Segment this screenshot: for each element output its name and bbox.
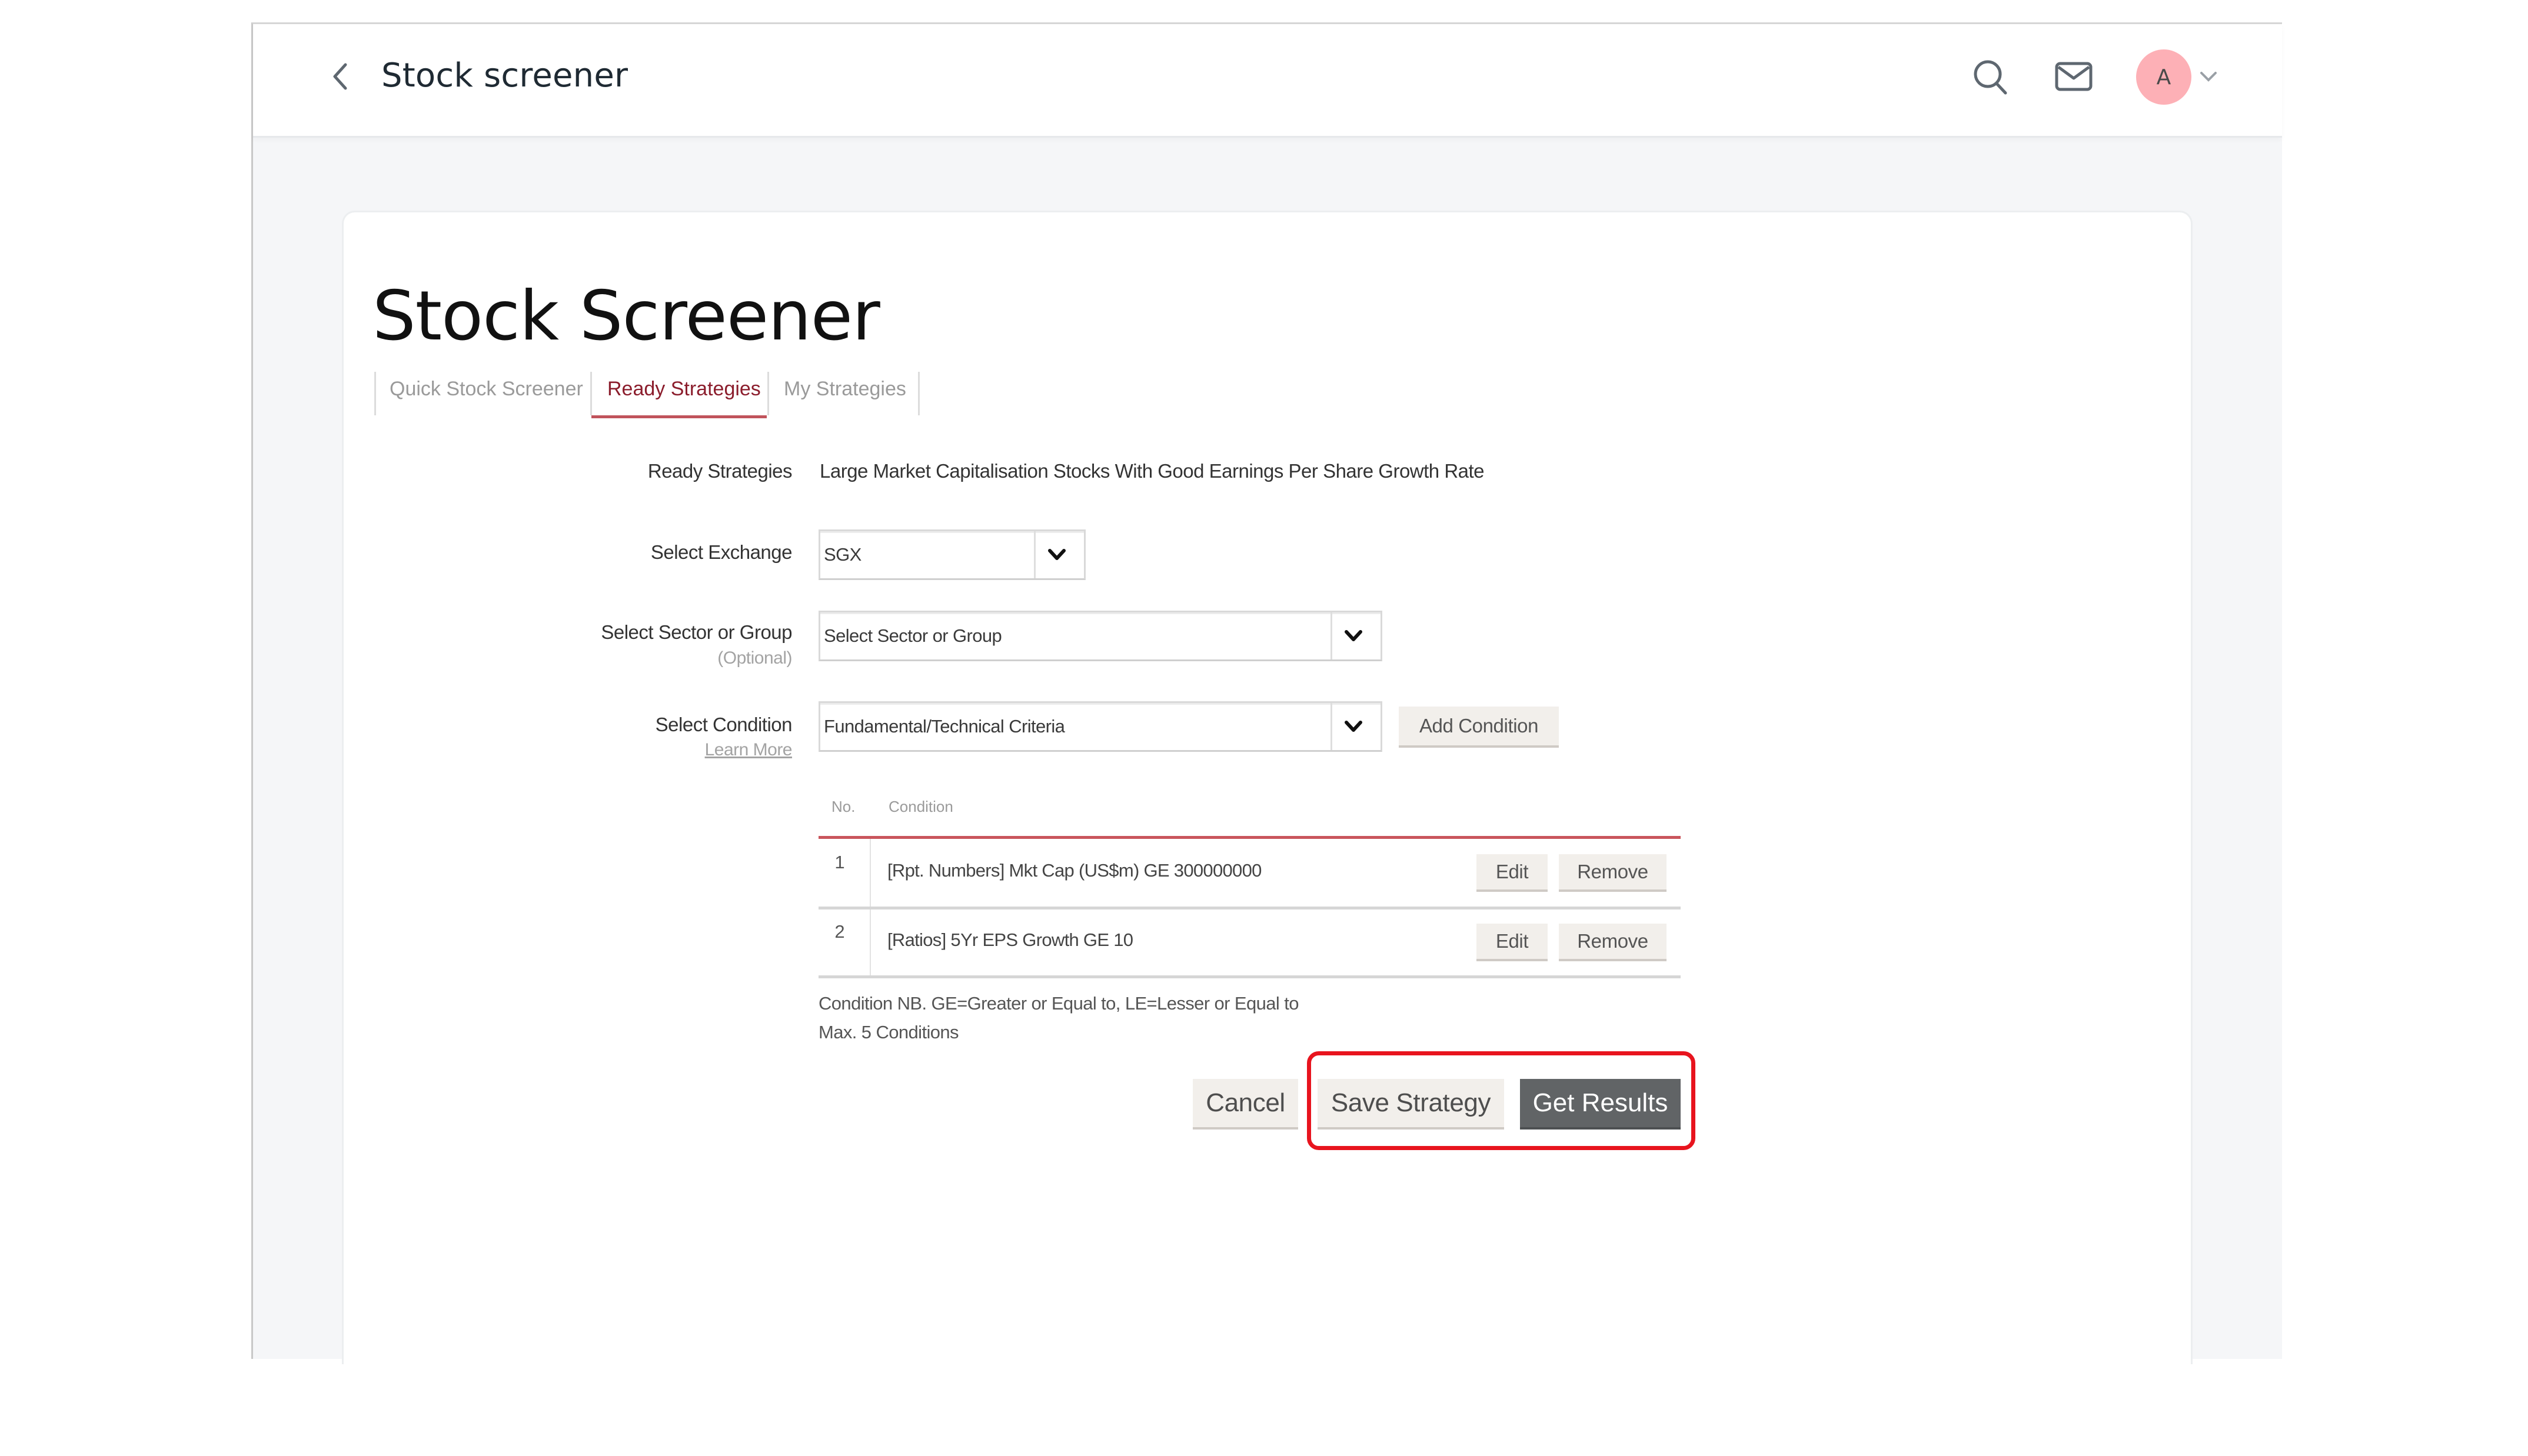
ready-strategies-label: Ready Strategies (647, 460, 793, 482)
table-bottom-divider (819, 975, 1681, 978)
tab-ready-strategies[interactable]: Ready Strategies (607, 378, 761, 419)
column-header-no: No. (831, 798, 856, 815)
highlight-annotation-box (1307, 1051, 1695, 1150)
chevron-down-icon (2200, 72, 2217, 82)
search-icon (1974, 60, 2007, 95)
chevron-down-icon (1345, 630, 1362, 641)
chevron-left-icon (333, 63, 347, 90)
exchange-select[interactable]: SGX (819, 529, 1086, 580)
select-divider (1330, 612, 1332, 659)
sector-select[interactable]: Select Sector or Group (819, 611, 1382, 661)
condition-select[interactable]: Fundamental/Technical Criteria (819, 701, 1382, 752)
exchange-label: Select Exchange (650, 541, 793, 563)
tab-quick-stock-screener[interactable]: Quick Stock Screener (390, 378, 583, 419)
max-conditions-note: Max. 5 Conditions (819, 1022, 959, 1042)
row-divider (819, 907, 1681, 909)
row-number: 2 (834, 921, 845, 942)
remove-condition-button[interactable]: Remove (1559, 854, 1667, 892)
select-divider (1330, 703, 1332, 750)
page-heading: Stock Screener (372, 276, 880, 356)
edit-condition-button[interactable]: Edit (1476, 854, 1548, 892)
condition-legend-note: Condition NB. GE=Greater or Equal to, LE… (819, 993, 1299, 1014)
learn-more-link[interactable]: Learn More (705, 740, 793, 759)
row-number: 1 (834, 852, 845, 872)
select-divider (1034, 531, 1036, 578)
cancel-button[interactable]: Cancel (1193, 1079, 1298, 1130)
condition-text: [Ratios] 5Yr EPS Growth GE 10 (887, 929, 1133, 950)
sector-optional-hint: (Optional) (717, 648, 792, 668)
condition-label: Select Condition (655, 714, 793, 735)
mail-button[interactable] (2054, 59, 2095, 94)
avatar[interactable]: A (2136, 49, 2191, 105)
remove-condition-button[interactable]: Remove (1559, 924, 1667, 961)
ready-strategy-name: Large Market Capitalisation Stocks With … (820, 460, 1485, 482)
mail-icon (2055, 62, 2093, 91)
sector-label: Select Sector or Group (601, 621, 792, 643)
tab-separator (590, 372, 592, 415)
search-button[interactable] (1971, 58, 2010, 96)
column-header-condition: Condition (889, 798, 953, 815)
chevron-down-icon (1345, 721, 1362, 732)
tab-my-strategies[interactable]: My Strategies (784, 378, 906, 419)
account-menu-toggle[interactable] (2198, 66, 2219, 87)
table-header-divider (819, 836, 1681, 839)
tab-separator (767, 372, 769, 415)
tab-separator (374, 372, 376, 415)
back-button[interactable] (327, 59, 356, 94)
chevron-down-icon (1048, 549, 1066, 560)
sector-select-value: Select Sector or Group (824, 625, 1002, 646)
app-title: Stock screener (381, 56, 628, 95)
exchange-select-value: SGX (824, 544, 861, 565)
active-tab-indicator (591, 415, 767, 418)
learn-more-wrapper: Learn More (498, 740, 793, 760)
condition-text: [Rpt. Numbers] Mkt Cap (US$m) GE 3000000… (887, 860, 1262, 881)
edit-condition-button[interactable]: Edit (1476, 924, 1548, 961)
condition-select-value: Fundamental/Technical Criteria (824, 716, 1065, 737)
add-condition-button[interactable]: Add Condition (1399, 707, 1559, 748)
tab-separator (918, 372, 920, 415)
